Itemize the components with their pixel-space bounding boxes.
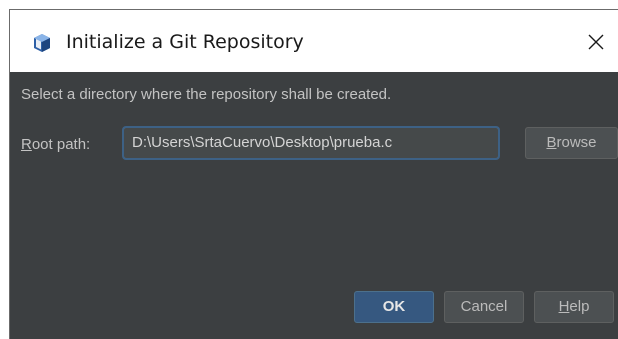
window-title: Initialize a Git Repository	[66, 31, 304, 53]
dialog-window: Initialize a Git Repository Select a dir…	[10, 10, 618, 339]
browse-label: rowse	[556, 134, 597, 151]
cancel-button[interactable]: Cancel	[444, 291, 524, 323]
browse-button[interactable]: Browse	[525, 127, 618, 159]
help-label: elp	[569, 298, 590, 315]
root-path-mnemonic: R	[21, 136, 32, 153]
ok-button[interactable]: OK	[354, 291, 434, 323]
title-bar: Initialize a Git Repository	[10, 10, 618, 72]
root-path-input[interactable]: D:\Users\SrtaCuervo\Desktop\prueba.c	[122, 126, 500, 160]
root-path-label-text: oot path:	[31, 136, 91, 153]
help-button[interactable]: Help	[534, 291, 614, 323]
browse-mnemonic: B	[546, 134, 557, 151]
help-mnemonic: H	[558, 298, 570, 315]
instruction-text: Select a directory where the repository …	[21, 86, 392, 103]
root-path-label: Root path:	[21, 136, 90, 153]
repository-icon	[34, 34, 50, 52]
close-icon[interactable]	[582, 28, 610, 56]
dialog-content: Select a directory where the repository …	[10, 72, 618, 339]
